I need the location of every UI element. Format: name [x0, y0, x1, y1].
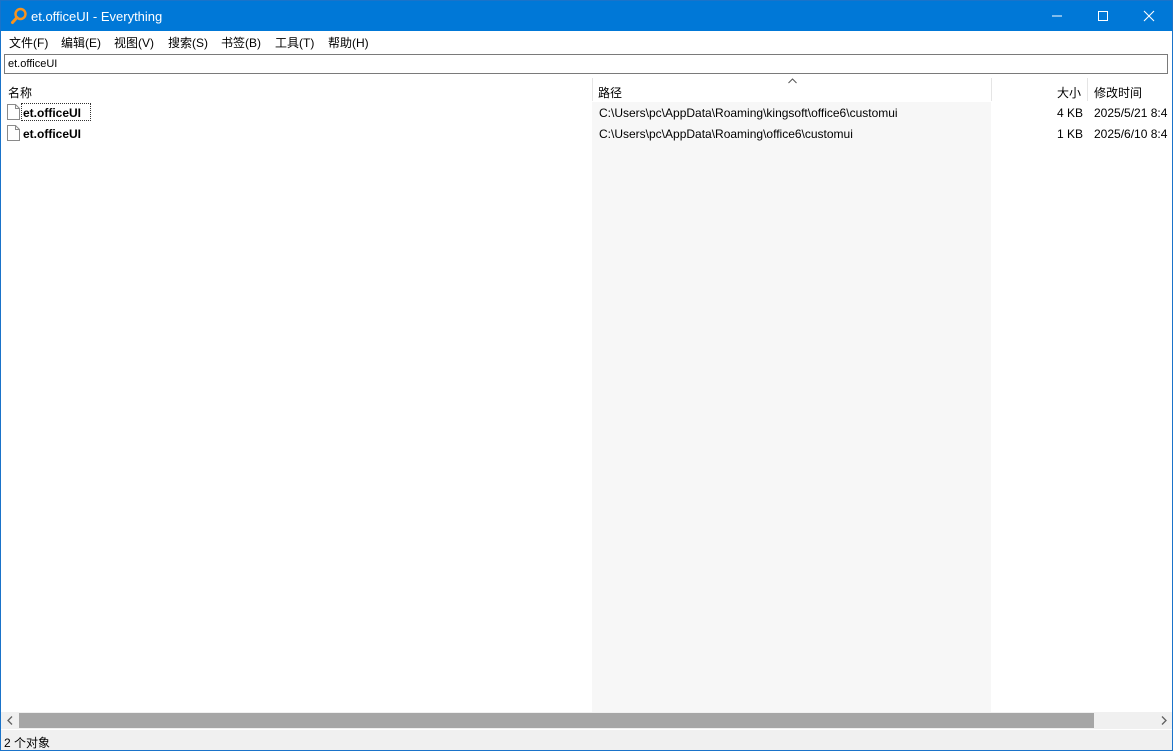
menu-edit[interactable]: 编辑(E) — [61, 34, 101, 51]
result-path: C:\Users\pc\AppData\Roaming\office6\cust… — [599, 127, 853, 141]
column-header-name-label: 名称 — [8, 86, 33, 100]
chevron-left-icon — [6, 716, 12, 725]
minimize-icon — [1052, 15, 1062, 17]
column-header-path-label: 路径 — [598, 86, 623, 100]
menu-view[interactable]: 视图(V) — [114, 34, 154, 51]
file-icon — [7, 104, 20, 120]
everything-app-icon — [11, 7, 27, 24]
status-bar: 2 个对象 — [1, 730, 1172, 750]
close-icon — [1143, 10, 1155, 22]
column-header-name[interactable]: 名称 — [1, 78, 592, 101]
sort-ascending-icon — [788, 78, 797, 84]
menu-tools[interactable]: 工具(T) — [275, 34, 314, 51]
menu-search[interactable]: 搜索(S) — [168, 34, 208, 51]
status-object-count: 2 个对象 — [4, 736, 51, 750]
search-bar — [4, 54, 1168, 74]
window-title: et.officeUI - Everything — [31, 9, 163, 24]
result-row[interactable]: et.officeUI C:\Users\pc\AppData\Roaming\… — [1, 123, 1172, 144]
menu-bar: 文件(F) 编辑(E) 视图(V) 搜索(S) 书签(B) 工具(T) 帮助(H… — [1, 31, 1172, 51]
column-header-size-label: 大小 — [1056, 86, 1081, 100]
scrollbar-thumb[interactable] — [19, 713, 1094, 728]
result-size: 1 KB — [1056, 127, 1083, 141]
result-path: C:\Users\pc\AppData\Roaming\kingsoft\off… — [599, 106, 898, 120]
minimize-button[interactable] — [1034, 1, 1080, 31]
scroll-right-button[interactable] — [1155, 712, 1172, 729]
menu-bookmarks[interactable]: 书签(B) — [221, 34, 261, 51]
column-header-size[interactable]: 大小 — [992, 78, 1087, 101]
result-modified: 2025/5/21 8:4 — [1094, 106, 1168, 120]
sorted-column-highlight — [592, 102, 991, 712]
column-header-modified-label: 修改时间 — [1094, 86, 1143, 100]
result-size: 4 KB — [1056, 106, 1083, 120]
scroll-left-button[interactable] — [1, 712, 18, 729]
result-name: et.officeUI — [23, 106, 82, 120]
close-button[interactable] — [1126, 1, 1172, 31]
result-row[interactable]: et.officeUI C:\Users\pc\AppData\Roaming\… — [1, 102, 1172, 123]
horizontal-scrollbar[interactable] — [1, 712, 1172, 729]
everything-window: et.officeUI - Everything 文件(F) 编辑(E) 视图(… — [0, 0, 1173, 751]
maximize-button[interactable] — [1080, 1, 1126, 31]
result-name: et.officeUI — [23, 127, 82, 141]
search-input[interactable] — [4, 54, 1168, 74]
column-header-modified[interactable]: 修改时间 — [1088, 78, 1172, 101]
file-icon — [7, 125, 20, 141]
menu-file[interactable]: 文件(F) — [9, 34, 48, 51]
title-bar[interactable]: et.officeUI - Everything — [1, 1, 1172, 31]
menu-help[interactable]: 帮助(H) — [328, 34, 369, 51]
chevron-right-icon — [1161, 716, 1167, 725]
column-header-row: 名称 路径 大小 修改时间 — [1, 78, 1172, 101]
maximize-icon — [1098, 11, 1108, 21]
column-header-path[interactable]: 路径 — [593, 78, 991, 101]
result-modified: 2025/6/10 8:4 — [1094, 127, 1168, 141]
